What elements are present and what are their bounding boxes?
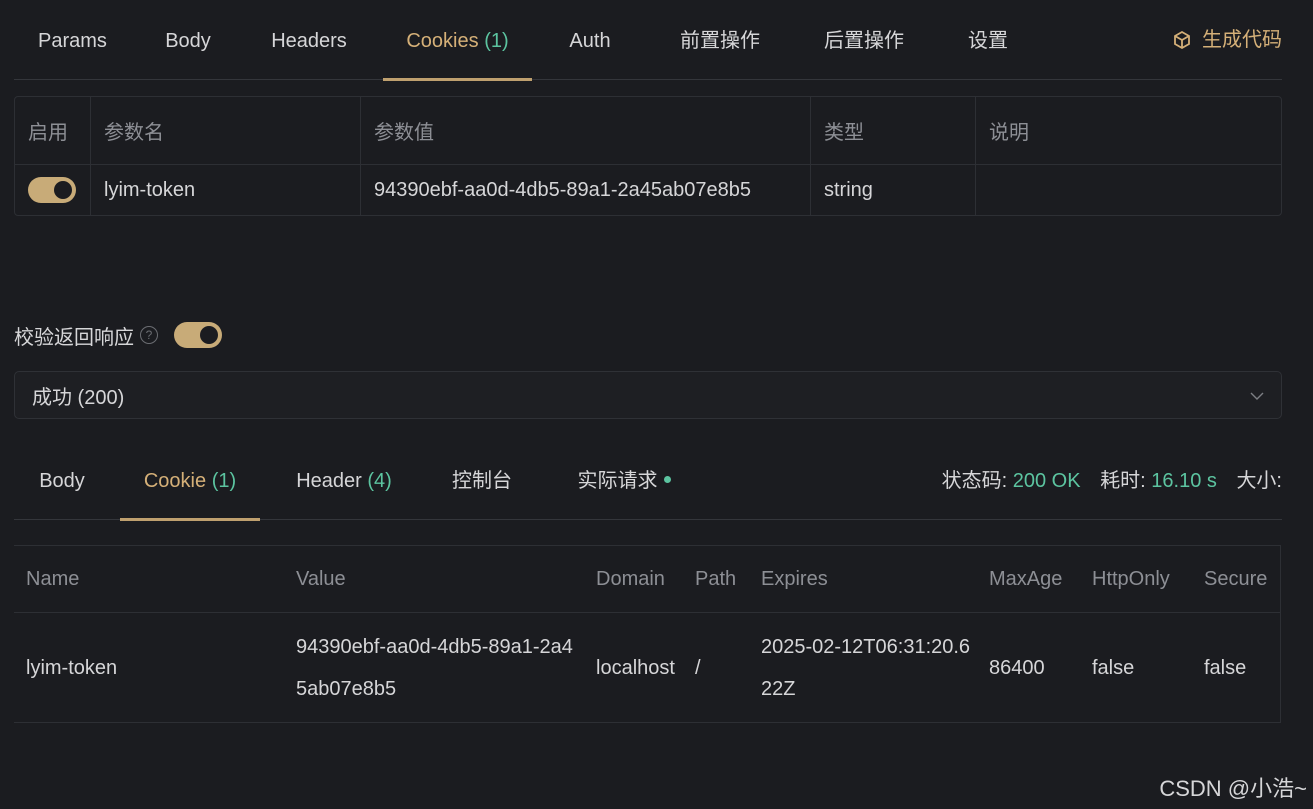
column-header: 参数名 [91, 97, 361, 164]
response-tab-cookie[interactable]: Cookie (1) [120, 440, 260, 521]
status-code: 200 OK [1012, 470, 1081, 492]
response-tab-console[interactable]: 控制台 [450, 440, 514, 520]
param-type-cell[interactable]: string [811, 165, 976, 215]
tab-auth[interactable]: Auth [566, 0, 614, 80]
response-tab-body[interactable]: Body [38, 440, 86, 520]
help-icon[interactable]: ? [140, 326, 158, 344]
response-cookies-table: Name Value Domain Path Expires MaxAge Ht… [14, 545, 1281, 723]
column-header: 启用 [15, 97, 91, 164]
column-header: Domain [596, 568, 665, 590]
response-tab-header[interactable]: Header (4) [294, 440, 394, 520]
validate-response-toggle[interactable] [174, 322, 222, 348]
param-name-cell[interactable]: lyim-token [91, 165, 361, 215]
column-header: 说明 [989, 122, 1029, 144]
cookie-maxage-cell: 86400 [989, 656, 1045, 679]
response-stats: 状态码: 200 OK 耗时: 16.10 s 大小: [941, 470, 1282, 492]
param-desc-cell[interactable] [976, 165, 1281, 215]
cookie-name-cell: lyim-token [26, 656, 118, 679]
status-dot-icon [663, 476, 671, 484]
active-tab-underline [383, 78, 532, 81]
column-header: MaxAge [989, 568, 1063, 590]
request-tabs: Params Body Headers Cookies (1) Auth 前置操… [14, 0, 1282, 81]
column-header: Secure [1204, 568, 1268, 590]
cookie-secure-cell: false [1204, 656, 1247, 679]
chevron-down-icon [1250, 392, 1264, 400]
tab-params[interactable]: Params [38, 0, 107, 80]
cookie-expires-cell: 2025-02-12T06:31:20.622Z [761, 635, 971, 700]
column-header: 类型 [811, 97, 976, 164]
tab-settings[interactable]: 设置 [966, 0, 1010, 80]
cookie-value-cell: 94390ebf-aa0d-4db5-89a1-2a45ab07e8b5 [296, 635, 573, 700]
column-header: Path [695, 568, 737, 590]
column-header: Expires [761, 568, 828, 590]
table-row: lyim-token 94390ebf-aa0d-4db5-89a1-2a45a… [15, 165, 1281, 215]
column-header: Value [296, 568, 346, 590]
watermark: CSDN @小浩~ [1159, 776, 1307, 801]
column-header: 参数值 [361, 97, 811, 164]
param-value-cell[interactable]: 94390ebf-aa0d-4db5-89a1-2a45ab07e8b5 [361, 165, 811, 215]
column-header: Name [26, 568, 80, 590]
column-header: HttpOnly [1092, 568, 1170, 590]
validate-response-label: 校验返回响应 [14, 326, 134, 349]
enable-toggle[interactable] [28, 177, 76, 203]
tab-body[interactable]: Body [164, 0, 212, 80]
table-header-row: Name Value Domain Path Expires MaxAge Ht… [14, 546, 1280, 613]
cookie-params-table: 启用 参数名 参数值 类型 说明 lyim-token 94390ebf-aa0… [14, 96, 1282, 216]
tab-pre-operations[interactable]: 前置操作 [678, 0, 762, 80]
generate-code-button[interactable]: 生成代码 [1172, 0, 1282, 80]
cookie-domain-cell: localhost [596, 656, 675, 679]
cookie-path-cell: / [695, 656, 701, 679]
cube-icon [1174, 30, 1190, 50]
tab-cookies[interactable]: Cookies (1) [383, 0, 532, 81]
active-tab-underline [120, 518, 260, 521]
table-header-row: 启用 参数名 参数值 类型 说明 [15, 97, 1281, 165]
response-select[interactable]: 成功 (200) [14, 371, 1282, 419]
tab-headers[interactable]: Headers [269, 0, 349, 80]
response-tab-actual-request[interactable]: 实际请求 [574, 440, 674, 520]
response-time: 16.10 s [1151, 470, 1217, 492]
response-tabs: Body Cookie (1) Header (4) 控制台 实际请求 状态码:… [14, 440, 1282, 521]
response-select-value: 成功 (200) [32, 386, 125, 409]
cookie-httponly-cell: false [1092, 656, 1135, 679]
validate-response: 校验返回响应 ? [14, 321, 222, 349]
table-row: lyim-token 94390ebf-aa0d-4db5-89a1-2a45a… [14, 613, 1280, 723]
tab-post-operations[interactable]: 后置操作 [822, 0, 906, 80]
